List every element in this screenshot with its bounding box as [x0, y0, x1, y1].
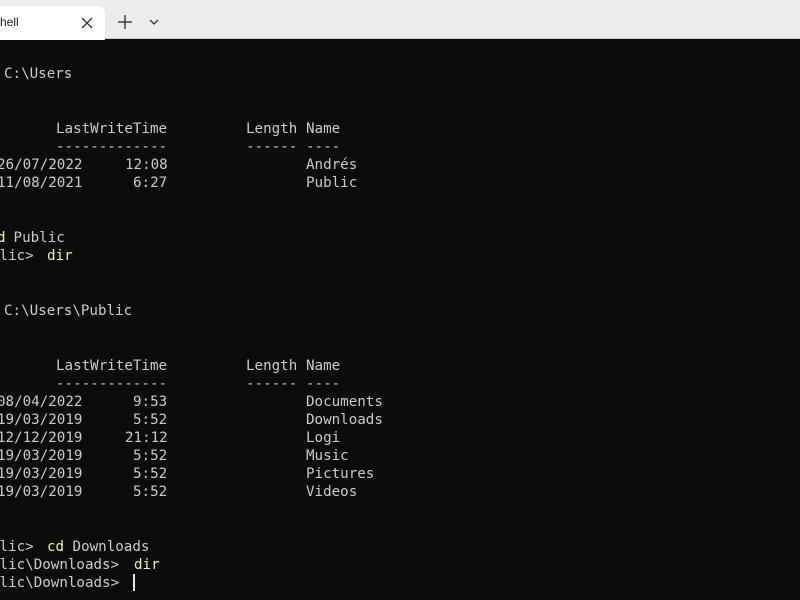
item-time: 12:08: [125, 157, 168, 173]
command-text: cd: [47, 539, 65, 555]
item-date: 19/03/2019: [0, 412, 83, 428]
command-input[interactable]: [126, 574, 135, 593]
list-item: 26/07/2022 12:08 Andrés: [0, 156, 357, 174]
item-name: Public: [306, 175, 358, 191]
item-name: Documents: [306, 394, 383, 410]
item-date: 19/03/2019: [0, 484, 83, 500]
header-separators: ------------- ------ ----: [0, 375, 340, 393]
item-date: 26/07/2022: [0, 157, 83, 173]
separator-name: ----: [306, 139, 341, 155]
list-item: 11/08/2021 6:27 Public: [0, 174, 357, 192]
item-time: 5:52: [133, 412, 168, 428]
column-headers: LastWriteTime Length Name: [0, 120, 340, 138]
item-date: 12/12/2019: [0, 430, 83, 446]
list-item: 08/04/2022 9:53 Documents: [0, 393, 383, 411]
header-length: Length: [246, 358, 298, 374]
header-name: Name: [306, 121, 341, 137]
terminal-window: hell C:\Users LastWriteTime Length Name …: [0, 0, 800, 600]
separator-lastwritetime: -------------: [56, 139, 168, 155]
prompt: blic>: [0, 248, 34, 264]
separator-lastwritetime: -------------: [56, 376, 168, 392]
item-time: 21:12: [125, 430, 168, 446]
directory-path: C:\Users\Public: [4, 303, 133, 319]
item-time: 5:52: [133, 448, 168, 464]
command-line: d Public: [0, 229, 65, 247]
command-text: dir: [134, 557, 160, 573]
item-date: 19/03/2019: [0, 466, 83, 482]
item-time: 6:27: [133, 175, 168, 191]
item-name: Pictures: [306, 466, 375, 482]
command-line: blic\Downloads> dir: [0, 556, 160, 574]
text-cursor: [133, 574, 135, 591]
current-prompt-line[interactable]: blic\Downloads>: [0, 574, 135, 592]
command-line: blic> cd Downloads: [0, 538, 149, 556]
plus-icon[interactable]: [115, 12, 135, 32]
separator-length: ------: [246, 139, 298, 155]
item-name: Music: [306, 448, 349, 464]
list-item: 19/03/2019 5:52 Downloads: [0, 411, 383, 429]
directory-line: C:\Users\Public: [0, 302, 132, 320]
item-date: 11/08/2021: [0, 175, 83, 191]
prompt: blic\Downloads>: [0, 575, 128, 591]
item-date: 19/03/2019: [0, 448, 83, 464]
list-item: 19/03/2019 5:52 Videos: [0, 483, 357, 501]
item-time: 5:52: [133, 484, 168, 500]
header-separators: ------------- ------ ----: [0, 138, 340, 156]
list-item: 12/12/2019 21:12 Logi: [0, 429, 340, 447]
list-item: 19/03/2019 5:52 Music: [0, 447, 349, 465]
directory-line: C:\Users: [0, 65, 72, 83]
tab-powershell[interactable]: hell: [0, 6, 105, 40]
column-headers: LastWriteTime Length Name: [0, 357, 340, 375]
header-lastwritetime: LastWriteTime: [56, 358, 168, 374]
item-time: 5:52: [133, 466, 168, 482]
item-name: Andrés: [306, 157, 358, 173]
header-name: Name: [306, 358, 341, 374]
command-line: blic> dir: [0, 247, 73, 265]
item-name: Videos: [306, 484, 358, 500]
directory-path: C:\Users: [4, 66, 73, 82]
item-name: Downloads: [306, 412, 383, 428]
chevron-down-icon[interactable]: [146, 14, 162, 30]
command-argument: Public: [5, 230, 65, 246]
separator-name: ----: [306, 376, 341, 392]
item-time: 9:53: [133, 394, 168, 410]
tab-title: hell: [0, 15, 19, 29]
item-name: Logi: [306, 430, 341, 446]
header-length: Length: [246, 121, 298, 137]
item-date: 08/04/2022: [0, 394, 83, 410]
list-item: 19/03/2019 5:52 Pictures: [0, 465, 374, 483]
title-bar: hell: [0, 0, 800, 40]
prompt: blic\Downloads>: [0, 557, 128, 573]
close-icon[interactable]: [78, 14, 96, 32]
header-lastwritetime: LastWriteTime: [56, 121, 168, 137]
command-text: dir: [47, 248, 73, 264]
terminal-output[interactable]: C:\Users LastWriteTime Length Name -----…: [0, 40, 800, 600]
prompt: blic>: [0, 539, 34, 555]
separator-length: ------: [246, 376, 298, 392]
command-argument: Downloads: [64, 539, 150, 555]
